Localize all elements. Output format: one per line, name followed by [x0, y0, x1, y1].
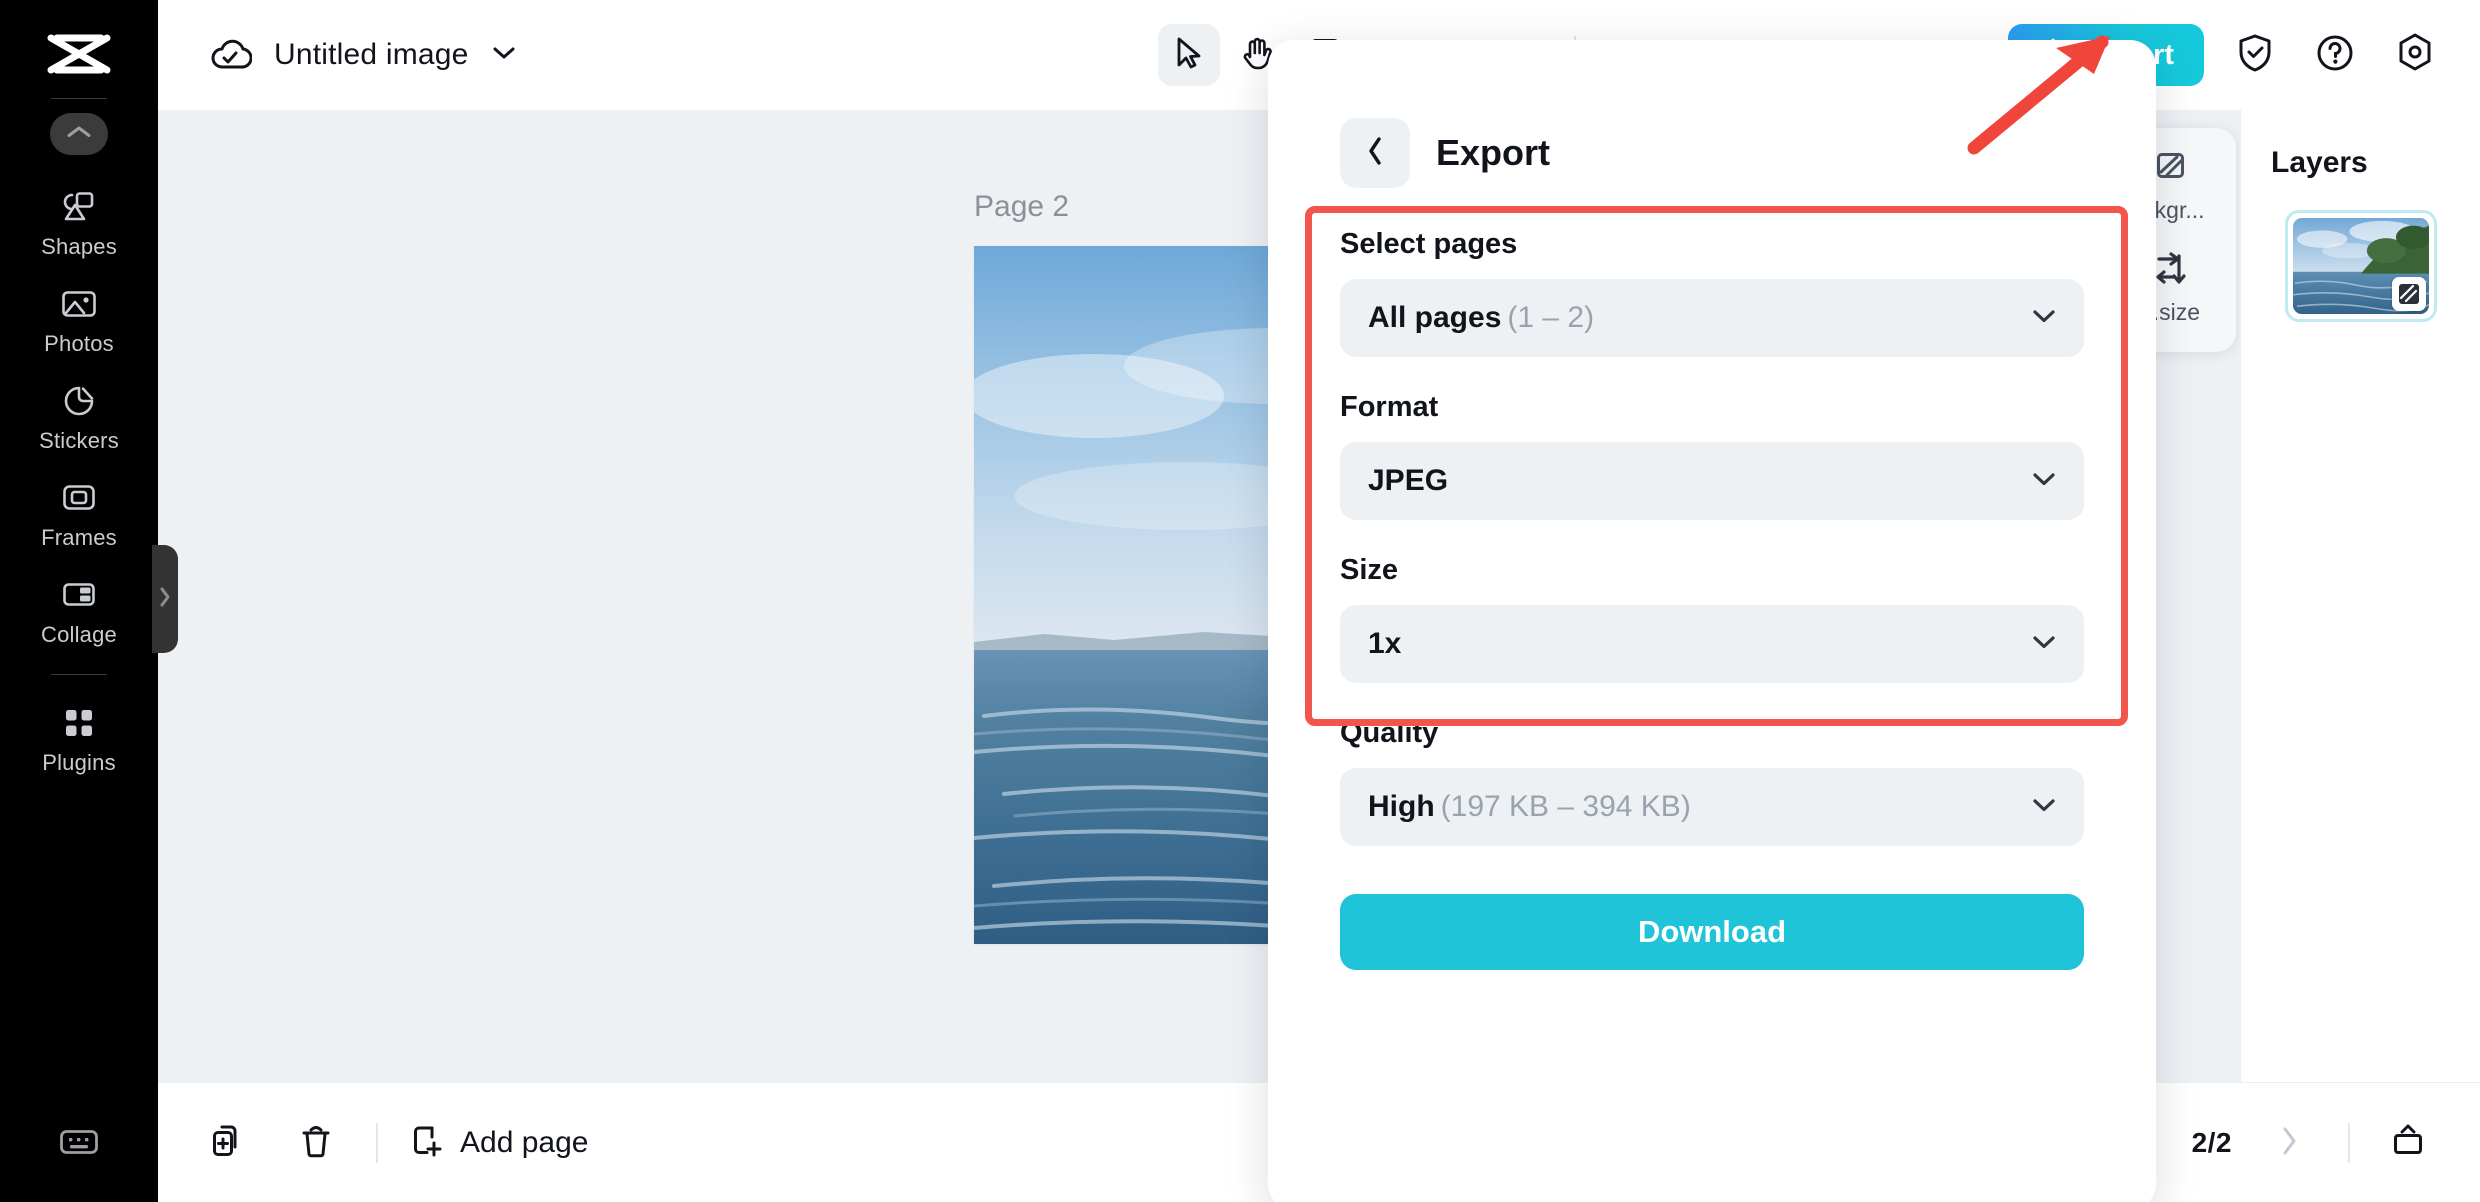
rail-divider-top	[51, 98, 107, 99]
quality-value-main: High	[1368, 790, 1435, 823]
topbar-left-group: Untitled image	[208, 0, 517, 110]
sidebar-item-label: Stickers	[39, 428, 119, 454]
sidebar-collapse-button[interactable]	[50, 113, 108, 155]
page-label: Page 2	[974, 190, 1069, 224]
help-button[interactable]	[2306, 26, 2364, 84]
add-page-icon	[410, 1122, 444, 1165]
add-page-label: Add page	[460, 1126, 588, 1160]
chevron-down-icon[interactable]	[491, 44, 517, 67]
chevron-down-icon	[2030, 469, 2058, 494]
format-label: Format	[1340, 391, 2084, 424]
photo-icon	[59, 284, 99, 324]
keyboard-icon	[59, 1122, 99, 1162]
add-page-button[interactable]: Add page	[410, 1122, 588, 1165]
size-label: Size	[1340, 554, 2084, 587]
sidebar-item-label: Collage	[41, 622, 117, 648]
export-modal-title: Export	[1436, 132, 1550, 174]
quality-value: High(197 KB – 394 KB)	[1368, 790, 1691, 824]
delete-page-button[interactable]	[288, 1115, 344, 1171]
chevron-right-icon	[2279, 1124, 2301, 1163]
image-mask-icon	[2392, 277, 2426, 311]
sidebar-item-label: Frames	[41, 525, 117, 551]
layer-item[interactable]	[2285, 210, 2437, 322]
select-pages-value-suffix: (1 – 2)	[1507, 301, 1594, 334]
export-back-button[interactable]	[1340, 118, 1410, 188]
select-tool-button[interactable]	[1158, 24, 1220, 86]
page-count-indicator: 2/2	[2192, 1127, 2232, 1159]
quality-dropdown[interactable]: High(197 KB – 394 KB)	[1340, 768, 2084, 846]
cloud-check-icon[interactable]	[208, 33, 252, 78]
export-modal-body: Select pages All pages(1 – 2) Format JPE…	[1268, 188, 2156, 846]
format-value: JPEG	[1368, 464, 1454, 498]
security-button[interactable]	[2226, 26, 2284, 84]
export-modal: Export Select pages All pages(1 – 2) For…	[1268, 40, 2156, 1202]
select-pages-value-main: All pages	[1368, 301, 1501, 334]
background-checker-icon	[2151, 150, 2189, 189]
sidebar-item-shapes[interactable]: Shapes	[0, 173, 158, 270]
sidebar-item-label: Plugins	[42, 750, 116, 776]
quality-label: Quality	[1340, 717, 2084, 750]
format-dropdown[interactable]: JPEG	[1340, 442, 2084, 520]
sidebar-item-label: Shapes	[41, 234, 117, 260]
next-page-button[interactable]	[2262, 1115, 2318, 1171]
size-value: 1x	[1368, 627, 1407, 661]
bottom-left-group: Add page	[200, 1083, 588, 1202]
sidebar-item-stickers[interactable]: Stickers	[0, 367, 158, 464]
bottom-divider	[376, 1123, 378, 1163]
frame-icon	[59, 478, 99, 518]
present-button[interactable]	[2380, 1115, 2436, 1171]
sidebar-item-frames[interactable]: Frames	[0, 464, 158, 561]
shapes-icon	[59, 187, 99, 227]
select-pages-dropdown[interactable]: All pages(1 – 2)	[1340, 279, 2084, 357]
present-upload-icon	[2389, 1123, 2427, 1164]
export-modal-header: Export	[1268, 40, 2156, 188]
chevron-right-icon	[158, 585, 172, 614]
sidebar-item-label: Photos	[44, 331, 114, 357]
layers-panel-title: Layers	[2271, 146, 2480, 180]
sidebar-item-plugins[interactable]: Plugins	[0, 689, 158, 786]
layers-panel: Layers	[2240, 110, 2480, 1082]
resize-arrows-icon	[2151, 250, 2189, 291]
chevron-up-icon	[66, 124, 92, 145]
size-value-main: 1x	[1368, 627, 1401, 660]
chevron-down-icon	[2030, 795, 2058, 820]
left-sidebar: Shapes Photos Stickers	[0, 0, 158, 1202]
size-dropdown[interactable]: 1x	[1340, 605, 2084, 683]
select-pages-value: All pages(1 – 2)	[1368, 301, 1594, 335]
select-pages-label: Select pages	[1340, 228, 2084, 261]
format-value-main: JPEG	[1368, 464, 1448, 497]
bottom-right-group: 2/2	[2192, 1083, 2436, 1202]
plugins-grid-icon	[59, 703, 99, 743]
keyboard-shortcuts-button[interactable]	[0, 1108, 158, 1202]
document-title[interactable]: Untitled image	[274, 38, 469, 72]
sticker-icon	[59, 381, 99, 421]
chevron-left-icon	[1364, 135, 1386, 172]
bottom-divider-right	[2348, 1123, 2350, 1163]
app-root: Shapes Photos Stickers	[0, 0, 2480, 1202]
capcut-logo-icon[interactable]	[43, 26, 115, 82]
sidebar-expand-handle[interactable]	[152, 545, 178, 653]
sidebar-item-collage[interactable]: Collage	[0, 561, 158, 658]
sidebar-item-photos[interactable]: Photos	[0, 270, 158, 367]
quality-value-suffix: (197 KB – 394 KB)	[1441, 790, 1691, 823]
chevron-down-icon	[2030, 306, 2058, 331]
shield-check-icon	[2236, 33, 2274, 78]
chevron-down-icon	[2030, 632, 2058, 657]
rail-divider-bottom	[51, 674, 107, 675]
collage-icon	[59, 575, 99, 615]
cursor-arrow-icon	[1174, 36, 1204, 75]
settings-hex-icon	[2395, 32, 2435, 79]
download-button[interactable]: Download	[1340, 894, 2084, 970]
duplicate-page-button[interactable]	[200, 1115, 256, 1171]
question-circle-icon	[2315, 33, 2355, 78]
trash-icon	[300, 1122, 332, 1165]
settings-button[interactable]	[2386, 26, 2444, 84]
duplicate-page-icon	[210, 1122, 246, 1165]
